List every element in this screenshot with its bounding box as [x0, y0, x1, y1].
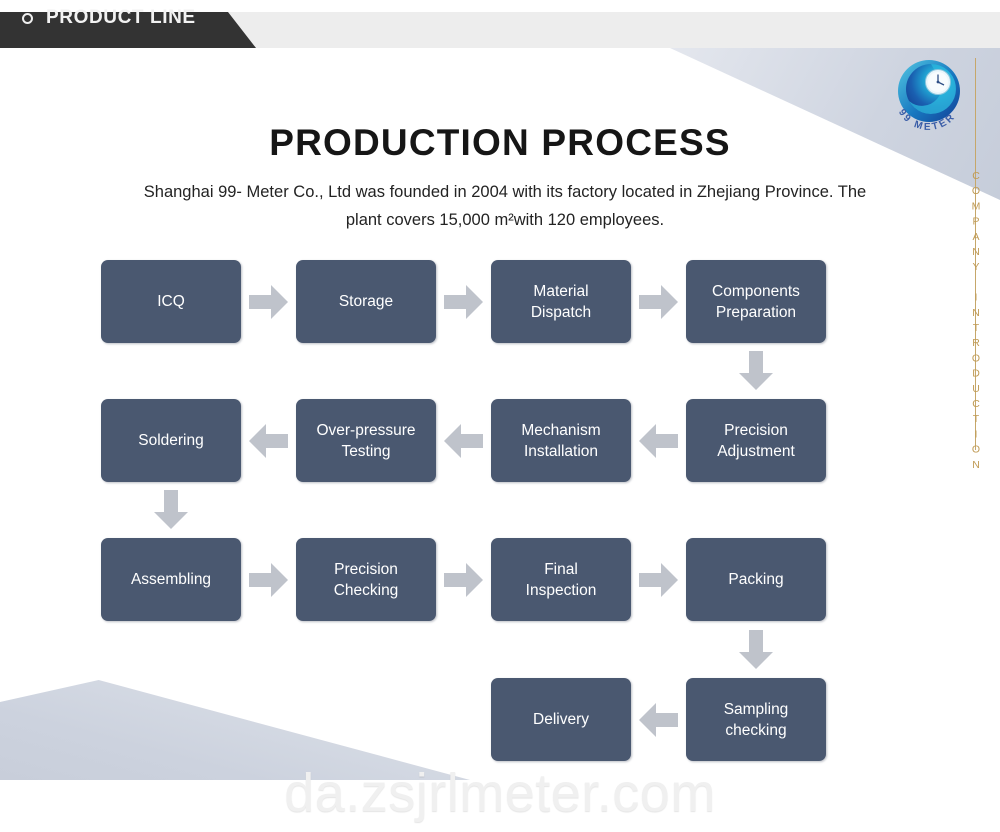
flow-step-label: Sampling checking — [723, 700, 789, 739]
flow-step-mechanism-installation[interactable]: Mechanism Installation — [491, 399, 631, 482]
flow-step-label: Over-pressure Testing — [316, 421, 416, 460]
flow-step-precision-checking[interactable]: Precision Checking — [296, 538, 436, 621]
arrow-right-icon — [639, 562, 679, 598]
arrow-right-icon — [249, 284, 289, 320]
header-title: PRODUCT LINE — [46, 7, 196, 28]
header-tab-content: PRODUCT LINE — [22, 0, 196, 36]
arrow-right-icon — [249, 562, 289, 598]
arrow-left-icon — [444, 423, 484, 459]
flow-step-components-preparation[interactable]: Components Preparation — [686, 260, 826, 343]
flow-step-material-dispatch[interactable]: Material Dispatch — [491, 260, 631, 343]
flow-step-storage[interactable]: Storage — [296, 260, 436, 343]
arrow-left-icon — [249, 423, 289, 459]
arrow-left-icon — [639, 702, 679, 738]
arrow-down-icon — [738, 630, 774, 670]
flow-step-label: Components Preparation — [712, 282, 800, 321]
flow-step-precision-adjustment[interactable]: Precision Adjustment — [686, 399, 826, 482]
flow-step-label: Precision Adjustment — [717, 421, 795, 460]
arrow-right-icon — [639, 284, 679, 320]
page-title: PRODUCTION PROCESS — [269, 122, 731, 163]
arrow-right-icon — [444, 284, 484, 320]
arrow-down-icon — [738, 351, 774, 391]
product-line-page: PRODUCT LINE 99 METER COMPANY INTRODUCTI… — [0, 0, 1000, 832]
arrow-right-icon — [444, 562, 484, 598]
flow-step-packing[interactable]: Packing — [686, 538, 826, 621]
site-watermark: da.zsjrlmeter.com — [284, 763, 716, 823]
arrow-down-icon — [153, 490, 189, 530]
page-subtitle: Shanghai 99- Meter Co., Ltd was founded … — [143, 183, 867, 229]
flow-step-over-pressure-testing[interactable]: Over-pressure Testing — [296, 399, 436, 482]
flow-step-label: Material Dispatch — [530, 282, 592, 321]
flow-step-soldering[interactable]: Soldering — [101, 399, 241, 482]
company-introduction-label: COMPANY INTRODUCTION — [970, 170, 982, 474]
flow-step-icq[interactable]: ICQ — [101, 260, 241, 343]
flow-step-label: Assembling — [130, 571, 212, 588]
circle-icon — [22, 12, 33, 24]
flow-step-label: Storage — [338, 293, 394, 310]
flow-step-label: Packing — [728, 571, 784, 588]
flow-step-final-inspection[interactable]: Final Inspection — [491, 538, 631, 621]
flow-step-label: ICQ — [157, 293, 185, 310]
flow-step-sampling-checking[interactable]: Sampling checking — [686, 678, 826, 761]
flow-step-delivery[interactable]: Delivery — [491, 678, 631, 761]
flow-step-label: Precision Checking — [333, 560, 399, 599]
flow-step-assembling[interactable]: Assembling — [101, 538, 241, 621]
flow-step-label: Final Inspection — [525, 560, 597, 599]
arrow-left-icon — [639, 423, 679, 459]
flow-step-label: Mechanism Installation — [521, 421, 601, 460]
flow-step-label: Delivery — [533, 711, 589, 728]
flow-step-label: Soldering — [138, 432, 204, 449]
